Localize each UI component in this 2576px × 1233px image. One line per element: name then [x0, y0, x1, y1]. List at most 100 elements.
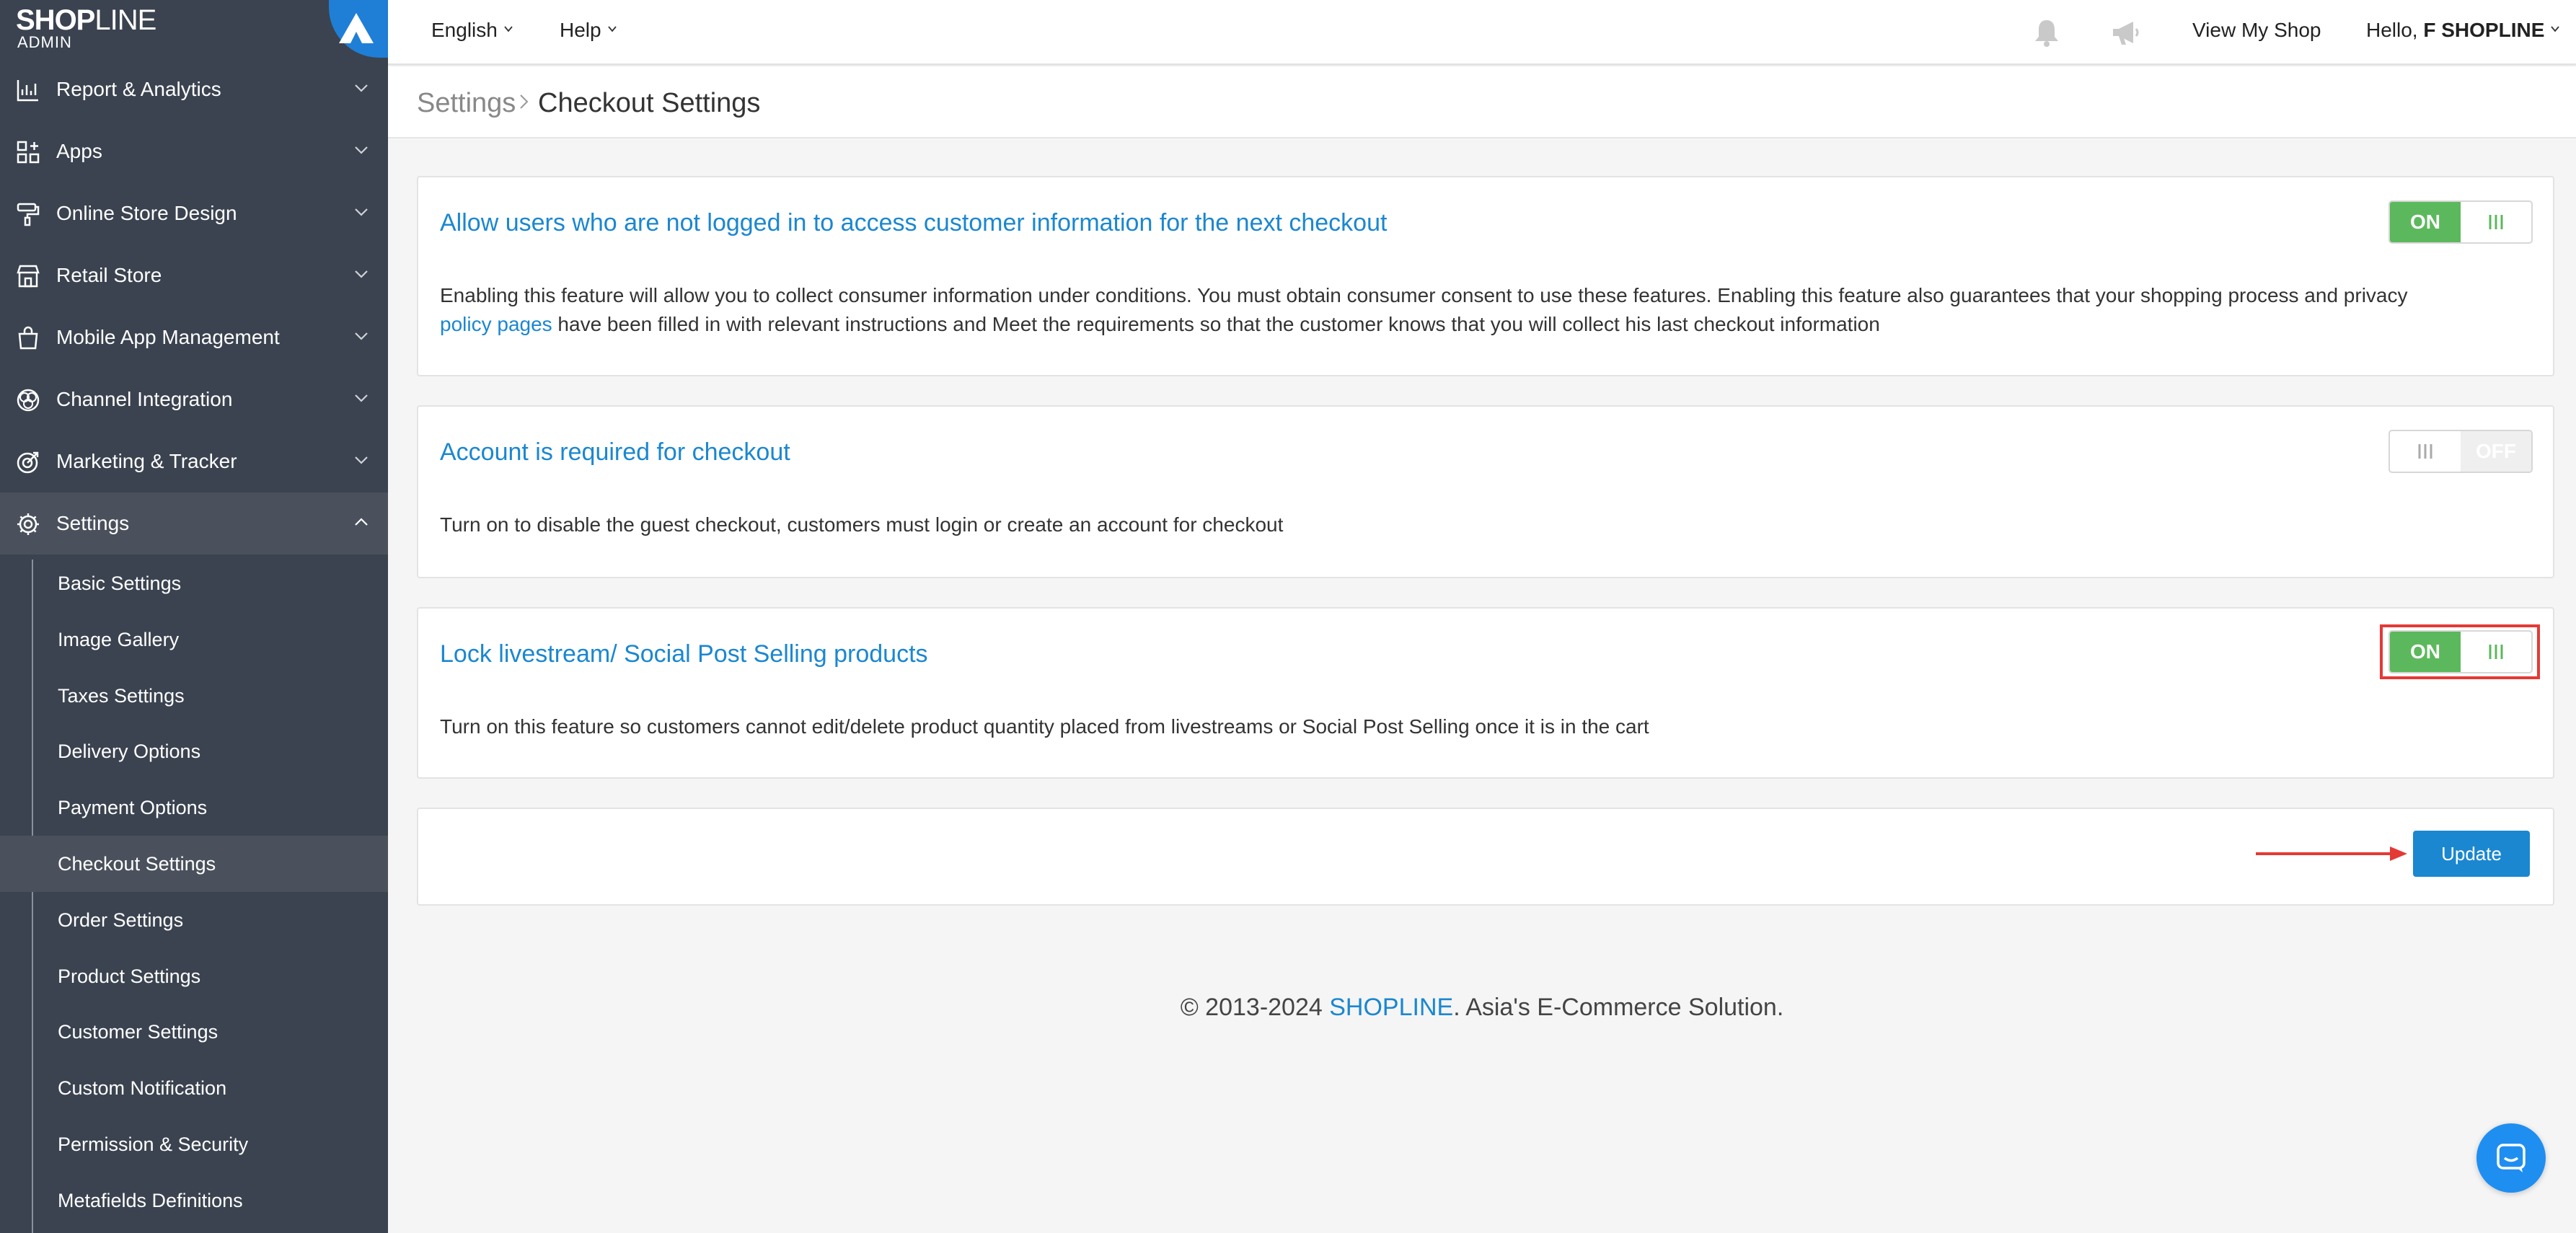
sidebar-subitem-metafields-definitions[interactable]: Metafields Definitions — [0, 1172, 388, 1229]
breadcrumb-root[interactable]: Settings — [417, 88, 516, 119]
sidebar-subitem-label: Taxes Settings — [58, 685, 185, 707]
sidebar-subitem-permission-security[interactable]: Permission & Security — [0, 1116, 388, 1172]
logo-wordmark: SHOPLINE — [16, 4, 156, 36]
view-my-shop-link[interactable]: View My Shop — [2192, 19, 2321, 42]
sidebar-item-label: Settings — [56, 512, 130, 534]
sidebar-subitem-customer-settings[interactable]: Customer Settings — [0, 1004, 388, 1060]
footer-copyright: © 2013-2024 — [1180, 994, 1330, 1021]
setting-card-account-required: Account is required for checkout OFF Tur… — [417, 405, 2554, 578]
setting-description: Turn on to disable the guest checkout, c… — [440, 513, 1284, 536]
sidebar-item-label: Retail Store — [56, 264, 162, 286]
account-required-toggle[interactable]: OFF — [2388, 430, 2533, 473]
bag-icon — [18, 326, 38, 350]
greeting-text: Hello, — [2366, 19, 2418, 41]
sidebar-subitem-product-settings[interactable]: Product Settings — [0, 948, 388, 1004]
sidebar-item-mobile-app-management[interactable]: Mobile App Management — [0, 306, 388, 368]
store-icon — [17, 265, 40, 288]
sidebar-subitem-label: Custom Notification — [58, 1077, 227, 1099]
sidebar-item-apps[interactable]: Apps — [0, 120, 388, 182]
toggle-grip-icon — [2489, 215, 2503, 229]
sidebar-item-label: Apps — [56, 140, 102, 162]
sidebar-subitem-label: Basic Settings — [58, 573, 182, 594]
target-icon — [17, 451, 39, 474]
chevron-up-icon — [355, 518, 368, 526]
sidebar-subitem-label: Checkout Settings — [58, 853, 216, 875]
brand-mark-icon — [329, 0, 388, 58]
sidebar-subitem-image-gallery[interactable]: Image Gallery — [0, 611, 388, 668]
toggle-on-label: ON — [2390, 202, 2461, 242]
sidebar-item-label: Report & Analytics — [56, 78, 221, 100]
sidebar-subitem-label: Product Settings — [58, 965, 201, 987]
sidebar-subitem-label: Payment Options — [58, 797, 208, 818]
chevron-down-icon — [355, 456, 368, 464]
toggle-grip-icon — [2418, 444, 2432, 459]
chevron-down-icon — [355, 146, 368, 154]
chat-launcher-button[interactable] — [2476, 1123, 2546, 1193]
bell-icon[interactable] — [2031, 17, 2063, 49]
description-text: Enabling this feature will allow you to … — [440, 284, 2408, 306]
language-dropdown[interactable]: English — [431, 19, 513, 42]
update-button[interactable]: Update — [2413, 831, 2530, 877]
help-dropdown[interactable]: Help — [560, 19, 617, 42]
sidebar-item-label: Online Store Design — [56, 202, 237, 224]
footer-brand-link[interactable]: SHOPLINE — [1329, 994, 1453, 1021]
setting-card-guest-info: Allow users who are not logged in to acc… — [417, 176, 2554, 376]
channels-icon — [17, 389, 40, 412]
logo-subtitle: ADMIN — [17, 33, 72, 51]
sidebar-item-retail-store[interactable]: Retail Store — [0, 244, 388, 306]
sidebar-subitem-label: Image Gallery — [58, 629, 180, 650]
chevron-down-icon — [607, 26, 617, 32]
sidebar-subitem-payment-options[interactable]: Payment Options — [0, 779, 388, 836]
logo[interactable]: SHOPLINE ADMIN — [0, 0, 388, 58]
language-label: English — [431, 19, 498, 41]
policy-pages-link[interactable]: policy pages — [440, 313, 552, 335]
toggle-off-label: OFF — [2461, 431, 2531, 472]
sidebar: SHOPLINE ADMIN Report & Analytics Apps O… — [0, 0, 388, 1233]
sidebar-subitem-basic-settings[interactable]: Basic Settings — [0, 555, 388, 611]
setting-title: Account is required for checkout — [440, 438, 790, 466]
sidebar-item-channel-integration[interactable]: Channel Integration — [0, 368, 388, 430]
sidebar-subitem-order-settings[interactable]: Order Settings — [0, 892, 388, 948]
setting-card-lock-livestream: Lock livestream/ Social Post Selling pro… — [417, 607, 2554, 779]
sidebar-item-settings[interactable]: Settings — [0, 492, 388, 554]
sidebar-item-label: Marketing & Tracker — [56, 450, 237, 472]
sidebar-subitem-label: Metafields Definitions — [58, 1190, 243, 1211]
page-title: Checkout Settings — [538, 88, 761, 118]
apps-icon — [17, 141, 40, 164]
sidebar-subitem-label: Delivery Options — [58, 741, 201, 762]
top-bar: English Help View My Shop Hello, F SHOPL… — [388, 0, 2576, 65]
chat-icon — [2497, 1144, 2526, 1172]
setting-title: Lock livestream/ Social Post Selling pro… — [440, 640, 928, 668]
chevron-down-icon — [355, 394, 368, 402]
setting-title: Allow users who are not logged in to acc… — [440, 209, 1388, 237]
megaphone-icon[interactable] — [2110, 17, 2142, 49]
sidebar-subitem-delivery-options[interactable]: Delivery Options — [0, 723, 388, 779]
update-card — [417, 808, 2554, 906]
chart-icon — [17, 80, 38, 102]
user-menu[interactable]: Hello, F SHOPLINE — [2366, 19, 2560, 42]
sidebar-subitem-custom-notification[interactable]: Custom Notification — [0, 1060, 388, 1116]
highlight-box-annotation — [2380, 624, 2540, 679]
chevron-down-icon — [355, 270, 368, 278]
setting-description: Enabling this feature will allow you to … — [440, 281, 2524, 339]
sidebar-subitem-label: Order Settings — [58, 909, 184, 931]
chevron-down-icon — [2551, 26, 2560, 32]
setting-description: Turn on this feature so customers cannot… — [440, 715, 1649, 738]
sidebar-item-report-analytics[interactable]: Report & Analytics — [0, 58, 388, 120]
sidebar-subitem-taxes-settings[interactable]: Taxes Settings — [0, 668, 388, 724]
sidebar-subitem-checkout-settings[interactable]: Checkout Settings — [0, 836, 388, 892]
user-name: F SHOPLINE — [2423, 19, 2545, 41]
sidebar-item-label: Mobile App Management — [56, 326, 280, 348]
sidebar-item-online-store-design[interactable]: Online Store Design — [0, 182, 388, 244]
footer: © 2013-2024 SHOPLINE. Asia's E-Commerce … — [388, 994, 2576, 1022]
arrow-right-annotation-icon — [2256, 847, 2407, 861]
page-header: Settings Checkout Settings — [388, 66, 2576, 138]
sidebar-item-label: Channel Integration — [56, 388, 233, 410]
gear-icon — [17, 513, 39, 535]
chevron-down-icon — [355, 332, 368, 340]
paint-roller-icon — [17, 203, 40, 226]
sidebar-item-marketing-tracker[interactable]: Marketing & Tracker — [0, 430, 388, 492]
chevron-right-icon — [520, 94, 529, 109]
description-text: have been filled in with relevant instru… — [552, 313, 1880, 335]
guest-info-toggle[interactable]: ON — [2388, 200, 2533, 244]
